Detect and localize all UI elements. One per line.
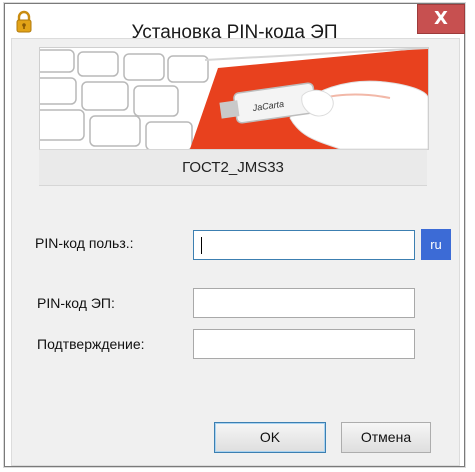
user-pin-input[interactable] — [193, 230, 415, 260]
jacarta-banner-illustration: JaCarta — [40, 48, 428, 149]
ep-pin-label: PIN-код ЭП: — [37, 295, 115, 311]
token-banner-image: JaCarta — [39, 47, 429, 150]
user-pin-label: PIN-код польз.: — [35, 235, 134, 251]
confirm-pin-input[interactable] — [193, 329, 415, 359]
ok-button[interactable]: OK — [214, 422, 326, 453]
pin-setup-dialog: Установка PIN-кода ЭП X JaCarta ГОСТ2_JM… — [4, 3, 465, 467]
token-name-field: ГОСТ2_JMS33 — [39, 149, 427, 186]
ep-pin-input[interactable] — [193, 288, 415, 318]
confirm-pin-label: Подтверждение: — [37, 336, 145, 352]
close-button[interactable]: X — [417, 4, 465, 34]
cancel-button[interactable]: Отмена — [341, 422, 431, 453]
language-indicator[interactable]: ru — [421, 229, 451, 260]
text-caret — [201, 237, 202, 254]
